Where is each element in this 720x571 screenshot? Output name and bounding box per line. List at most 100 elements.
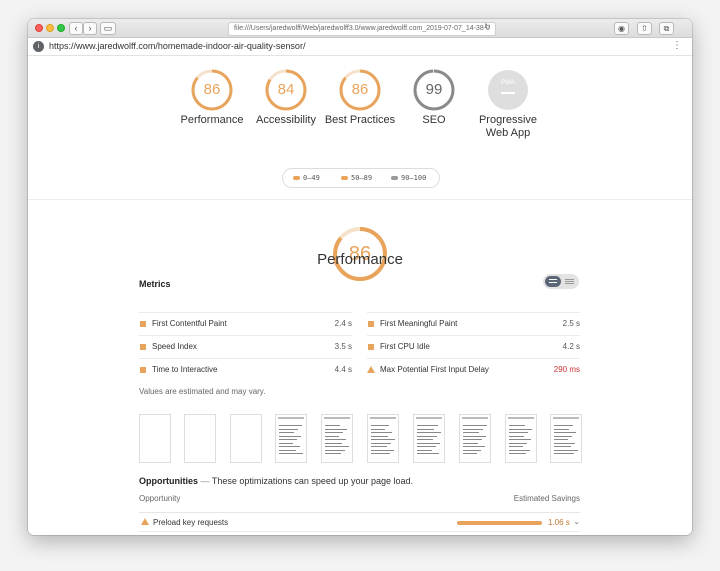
metric-row: Time to Interactive 4.4 s <box>139 358 352 381</box>
average-square-icon <box>140 367 146 373</box>
frame-text-line <box>371 435 388 437</box>
gauge-best-practices[interactable]: 86 <box>338 68 382 112</box>
section-divider <box>28 199 692 200</box>
frame-text-line <box>509 425 525 426</box>
warning-triangle-icon <box>141 518 149 525</box>
frame-text-line <box>554 439 568 440</box>
frame-text-line <box>325 435 339 437</box>
browser-window: ‹ › ▭ file:///Users/jaredwolff/Web/jared… <box>28 19 692 535</box>
frame-header <box>278 417 304 419</box>
frame-text-line <box>325 453 341 454</box>
metric-value: 3.5 s <box>334 342 352 351</box>
frame-text-line <box>509 435 524 437</box>
frame-text-line <box>463 432 479 433</box>
frame-text-line <box>371 449 394 451</box>
maximize-window-button[interactable] <box>57 24 65 32</box>
tabs-overview-icon[interactable]: ⧉ <box>659 22 674 35</box>
gauge-score: 99 <box>425 81 443 98</box>
report-url-bar: i https://www.jaredwolff.com/homemade-in… <box>28 38 692 56</box>
title-bar: ‹ › ▭ file:///Users/jaredwolff/Web/jared… <box>28 19 692 38</box>
filmstrip-frame <box>139 414 171 463</box>
average-square-icon <box>368 321 374 327</box>
savings-bar <box>457 521 542 525</box>
metric-value: 2.5 s <box>562 319 580 328</box>
legend-pass: 90–100 <box>391 174 426 182</box>
frame-text-line <box>509 453 526 454</box>
toggle-compact-view[interactable] <box>545 276 561 287</box>
legend-fail: 0–49 <box>293 174 320 182</box>
legend-swatch <box>341 176 348 180</box>
frame-text-line <box>554 446 571 447</box>
gauge-label: Progressive Web App <box>458 114 558 140</box>
gauge-accessibility[interactable]: 84 <box>264 68 308 112</box>
forward-button[interactable]: › <box>83 22 97 35</box>
filmstrip-frame <box>275 414 307 463</box>
metric-label: Speed Index <box>152 342 197 351</box>
metric-value: 2.4 s <box>334 319 352 328</box>
performance-title: Performance <box>317 251 403 268</box>
chevron-down-icon[interactable]: ⌄ <box>573 517 580 526</box>
filmstrip-frame <box>367 414 399 463</box>
frame-text-line <box>325 449 345 451</box>
pwa-badge: PWA <box>501 80 515 86</box>
frame-text-line <box>463 425 487 426</box>
metric-row: Max Potential First Input Delay 290 ms <box>367 358 580 381</box>
frame-text-line <box>325 428 347 430</box>
opportunities-title: Opportunities — These optimizations can … <box>139 476 413 486</box>
sidebar-toggle-icon[interactable]: ▭ <box>100 22 116 35</box>
frame-text-line <box>371 446 387 447</box>
filmstrip-frame <box>321 414 353 463</box>
opportunities-header: Opportunity Estimated Savings <box>139 494 580 513</box>
opportunity-row[interactable]: Preload key requests 1.06 s ⌄ <box>139 513 580 532</box>
metrics-title: Metrics <box>139 279 171 289</box>
frame-text-line <box>417 439 433 440</box>
frame-text-line <box>509 449 530 451</box>
frame-text-line <box>371 442 391 444</box>
frame-text-line <box>554 453 574 454</box>
metric-row: Speed Index 3.5 s <box>139 335 352 358</box>
opportunities-description: These optimizations can speed up your pa… <box>211 476 413 486</box>
frame-text-line <box>279 453 303 454</box>
estimate-note: Values are estimated and may vary. <box>139 387 266 396</box>
gauge-performance[interactable]: 86 <box>190 68 234 112</box>
frame-text-line <box>325 446 349 447</box>
frame-text-line <box>417 432 441 433</box>
frame-text-line <box>279 446 300 447</box>
frame-text-line <box>463 453 477 454</box>
average-square-icon <box>368 344 374 350</box>
extension-icon[interactable]: ◉ <box>614 22 629 35</box>
frame-text-line <box>554 435 572 437</box>
minimize-window-button[interactable] <box>46 24 54 32</box>
frame-text-line <box>371 425 389 426</box>
frame-text-line <box>325 442 342 444</box>
warning-triangle-icon <box>367 366 375 373</box>
frame-text-line <box>417 449 432 451</box>
more-options-icon[interactable]: ⋮ <box>672 40 682 51</box>
frame-text-line <box>463 428 483 430</box>
report-content: 86 Performance 84 Accessibility 86 Best … <box>28 56 692 535</box>
toggle-expanded-view[interactable] <box>563 276 577 287</box>
share-icon[interactable]: ⇧ <box>637 22 652 35</box>
reload-icon[interactable]: ↻ <box>484 22 491 31</box>
frame-text-line <box>463 449 481 451</box>
frame-header <box>370 417 396 419</box>
frame-text-line <box>279 449 296 451</box>
metric-row: First Contentful Paint 2.4 s <box>139 312 352 335</box>
gauge-score: 84 <box>277 81 295 98</box>
frame-header <box>462 417 488 419</box>
filmstrip-frame <box>459 414 491 463</box>
close-window-button[interactable] <box>35 24 43 32</box>
frame-text-line <box>279 442 293 444</box>
frame-text-line <box>371 428 385 430</box>
gauge-seo[interactable]: 99 <box>412 68 456 112</box>
metrics-view-toggle[interactable] <box>543 274 579 289</box>
gauge-pwa[interactable]: PWA <box>486 68 530 112</box>
back-button[interactable]: ‹ <box>69 22 83 35</box>
frame-header <box>553 417 579 419</box>
frame-text-line <box>325 425 340 426</box>
page-url: https://www.jaredwolff.com/homemade-indo… <box>49 41 306 51</box>
frame-text-line <box>554 442 575 444</box>
frame-text-line <box>554 425 573 426</box>
url-field[interactable]: file:///Users/jaredwolff/Web/jaredwolff3… <box>228 22 496 36</box>
column-estimated-savings: Estimated Savings <box>513 494 580 503</box>
